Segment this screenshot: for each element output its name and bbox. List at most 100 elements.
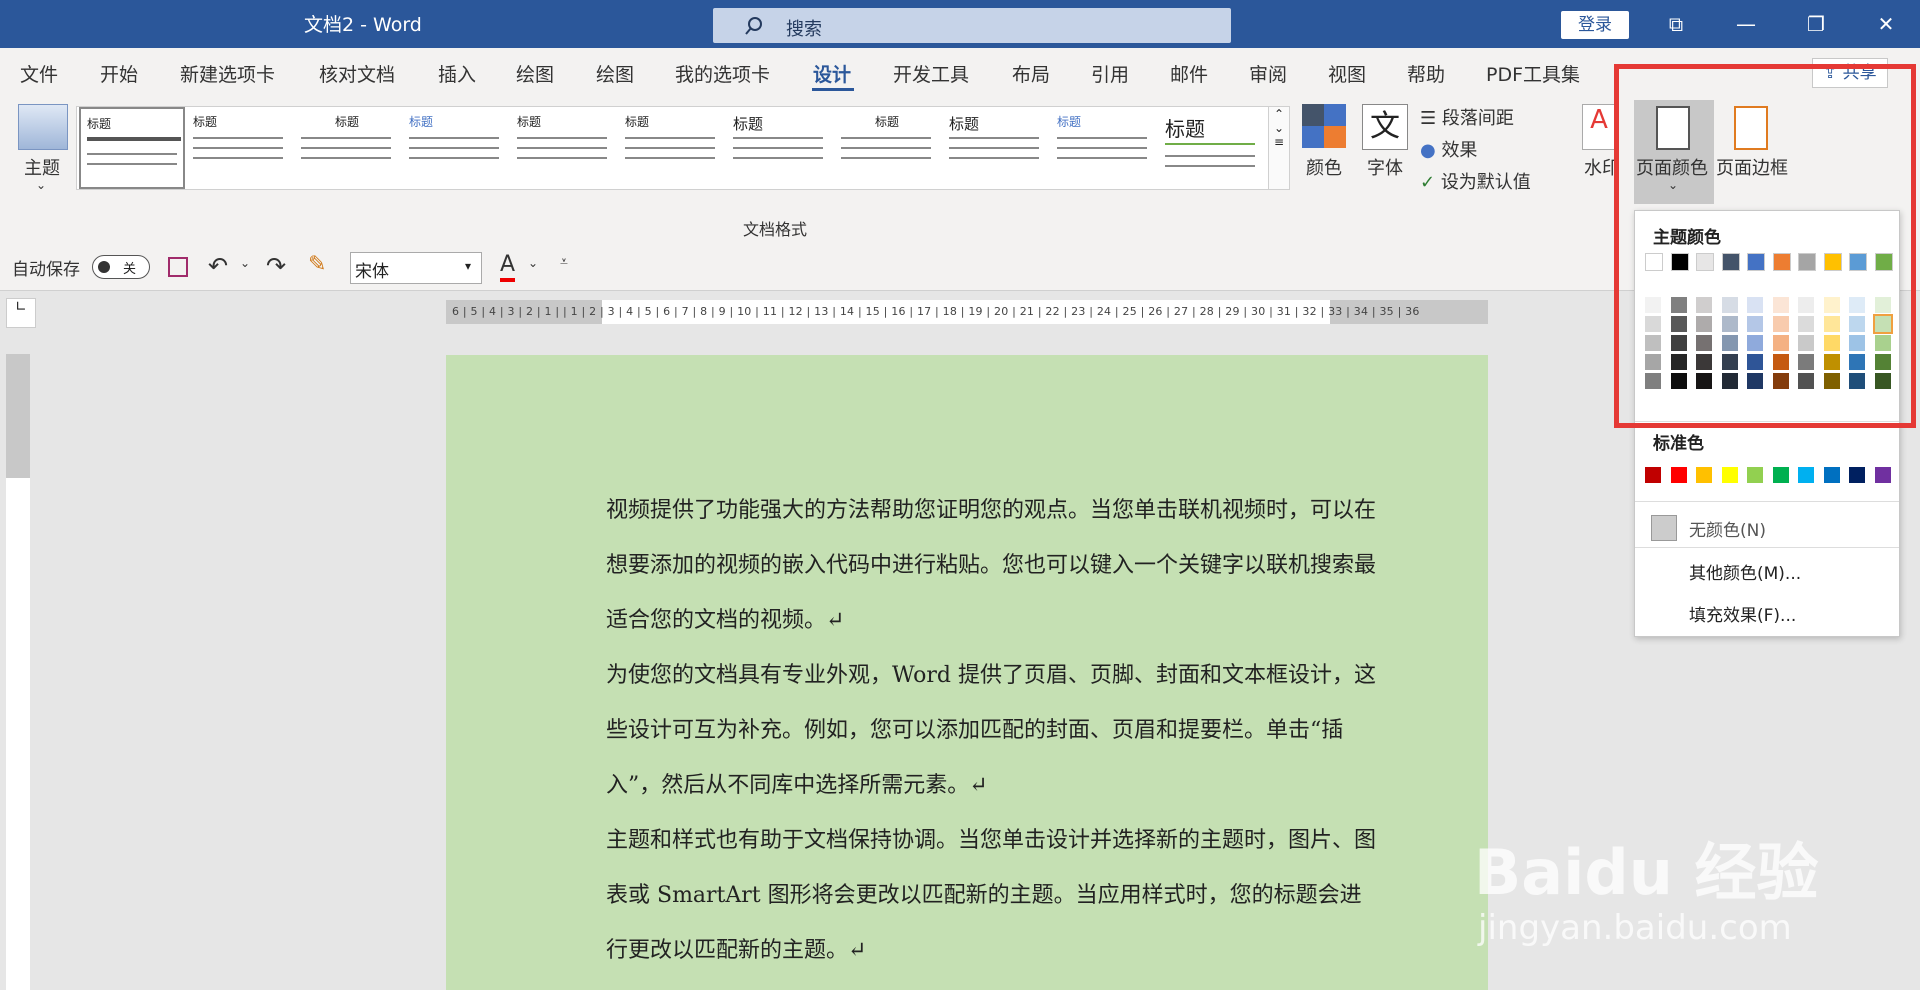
standard-color-swatch[interactable] <box>1823 467 1840 483</box>
colors-icon[interactable] <box>1302 104 1346 148</box>
set-default-button[interactable]: ✓ 设为默认值 <box>1420 168 1531 194</box>
vertical-ruler-margin <box>6 354 30 478</box>
theme-button-label[interactable]: 主题 <box>24 154 60 180</box>
tab-view[interactable]: 视图 <box>1328 60 1366 87</box>
effects-icon: ● <box>1420 140 1442 161</box>
tab-new[interactable]: 新建选项卡 <box>180 60 275 87</box>
tab-file[interactable]: 文件 <box>20 60 58 87</box>
restore-icon[interactable]: ❐ <box>1788 0 1844 48</box>
search-input[interactable]: 搜索 <box>713 8 1231 43</box>
style-set-gallery[interactable]: 标题 标题 标题 标题 标题 标题 标题 标题 标题 标题 标题 <box>76 106 1274 190</box>
autosave-label: 自动保存 <box>12 260 80 280</box>
more-colors-item[interactable]: 其他颜色(M)... <box>1689 559 1801 584</box>
font-color-dropdown-icon[interactable]: ⌄ <box>528 256 538 270</box>
tab-help[interactable]: 帮助 <box>1407 60 1445 87</box>
save-icon[interactable] <box>168 257 188 277</box>
tab-review[interactable]: 审阅 <box>1249 60 1287 87</box>
chevron-up-icon[interactable]: ⌃ <box>1269 107 1289 121</box>
tab-pdf[interactable]: PDF工具集 <box>1486 60 1580 87</box>
standard-color-swatch[interactable] <box>1721 467 1738 483</box>
tab-mailings[interactable]: 邮件 <box>1170 60 1208 87</box>
tab-layout[interactable]: 布局 <box>1012 60 1050 87</box>
paragraph-spacing-icon: ☰ <box>1420 108 1442 129</box>
theme-chevron-down-icon[interactable]: ⌄ <box>36 178 46 192</box>
search-icon <box>745 17 762 35</box>
chevron-down-icon[interactable]: ⌄ <box>1269 121 1289 135</box>
style-thumb[interactable]: 标题 <box>619 107 725 189</box>
standard-color-swatch[interactable] <box>1874 467 1891 483</box>
theme-icon[interactable] <box>18 104 68 150</box>
standard-color-swatch[interactable] <box>1645 467 1661 483</box>
redo-icon[interactable]: ↷ <box>266 252 286 280</box>
paragraph-spacing-label: 段落间距 <box>1441 108 1514 129</box>
tab-references[interactable]: 引用 <box>1091 60 1129 87</box>
tab-draw[interactable]: 绘图 <box>516 60 554 87</box>
gallery-scroll[interactable]: ⌃ ⌄ ≡ <box>1268 106 1290 190</box>
login-button[interactable]: 登录 <box>1561 11 1629 39</box>
font-name-select[interactable]: 宋体 ▾ <box>350 252 482 284</box>
fonts-icon[interactable]: 文 <box>1362 104 1408 150</box>
more-icon[interactable]: ≡ <box>1269 135 1289 149</box>
title-bar: 文档2 - Word 搜索 登录 ⧉ — ❐ ✕ <box>0 0 1920 48</box>
tab-design[interactable]: 设计 <box>813 60 851 87</box>
style-thumb[interactable]: 标题 <box>1159 107 1265 189</box>
style-thumb[interactable]: 标题 <box>79 107 185 189</box>
ruler-ticks: 6 | 5 | 4 | 3 | 2 | 1 | | 1 | 2 | 3 | 4 … <box>452 305 1420 318</box>
active-tab-indicator <box>812 88 854 91</box>
paragraph[interactable]: 视频提供了功能强大的方法帮助您证明您的观点。当您单击联机视频时，可以在想要添加的… <box>606 483 1376 648</box>
tab-insert[interactable]: 插入 <box>438 60 476 87</box>
style-thumb[interactable]: 标题 <box>727 107 833 189</box>
group-label-document-formatting: 文档格式 <box>743 220 808 239</box>
standard-color-swatch[interactable] <box>1696 467 1712 483</box>
checkmark-icon: ✓ <box>1420 172 1441 193</box>
format-painter-icon[interactable]: ✎ <box>308 252 326 277</box>
undo-dropdown-icon[interactable]: ⌄ <box>240 256 250 270</box>
search-placeholder: 搜索 <box>786 19 822 40</box>
autosave-toggle[interactable]: 关 <box>92 255 150 279</box>
style-thumb[interactable]: 标题 <box>295 107 401 189</box>
font-dropdown-icon: ▾ <box>465 259 472 273</box>
window-title: 文档2 - Word <box>304 14 422 36</box>
style-thumb[interactable]: 标题 <box>943 107 1049 189</box>
style-thumb[interactable]: 标题 <box>835 107 941 189</box>
style-thumb[interactable]: 标题 <box>187 107 293 189</box>
standard-color-swatch[interactable] <box>1747 467 1763 483</box>
paragraph[interactable]: 主题和样式也有助于文档保持协调。当您单击设计并选择新的主题时，图片、图表或 Sm… <box>606 813 1376 978</box>
document-page[interactable]: 视频提供了功能强大的方法帮助您证明您的观点。当您单击联机视频时，可以在想要添加的… <box>446 355 1488 990</box>
watermark-icon[interactable]: A <box>1582 104 1616 150</box>
font-color-icon[interactable]: A <box>500 252 516 282</box>
fonts-button-label[interactable]: 字体 <box>1367 154 1403 180</box>
colors-button-label[interactable]: 颜色 <box>1306 154 1342 180</box>
tab-developer[interactable]: 开发工具 <box>893 60 969 87</box>
autosave-state: 关 <box>123 262 137 277</box>
divider <box>1635 547 1899 548</box>
baidu-watermark: Baidu 经验 <box>1474 836 1819 909</box>
highlight-annotation <box>1614 64 1916 428</box>
standard-color-swatch[interactable] <box>1670 467 1687 483</box>
font-name-value: 宋体 <box>355 262 389 282</box>
paragraph[interactable]: 为使您的文档具有专业外观，Word 提供了页眉、页脚、封面和文本框设计，这些设计… <box>606 648 1376 813</box>
standard-color-swatch[interactable] <box>1798 467 1814 483</box>
close-icon[interactable]: ✕ <box>1858 0 1914 48</box>
effects-label: 效果 <box>1441 140 1478 161</box>
style-thumb[interactable]: 标题 <box>511 107 617 189</box>
style-thumb[interactable]: 标题 <box>1051 107 1157 189</box>
tab-review-doc[interactable]: 核对文档 <box>319 60 395 87</box>
undo-icon[interactable]: ↶ <box>208 252 228 280</box>
effects-button[interactable]: ● 效果 <box>1420 136 1477 162</box>
standard-color-swatch[interactable] <box>1772 467 1789 483</box>
tab-my-tab[interactable]: 我的选项卡 <box>675 60 770 87</box>
paragraph-spacing-button[interactable]: ☰ 段落间距 <box>1420 104 1514 130</box>
style-thumb[interactable]: 标题 <box>403 107 509 189</box>
customize-toolbar-icon[interactable]: ⩡ <box>560 254 568 270</box>
fill-effects-item[interactable]: 填充效果(F)... <box>1689 601 1796 626</box>
ribbon-display-options-icon[interactable]: ⧉ <box>1648 0 1704 48</box>
tab-draw-2[interactable]: 绘图 <box>596 60 634 87</box>
tab-home[interactable]: 开始 <box>100 60 138 87</box>
minimize-icon[interactable]: — <box>1718 0 1774 48</box>
baidu-watermark-url: jingyan.baidu.com <box>1478 908 1792 948</box>
no-color-item[interactable]: 无颜色(N) <box>1635 507 1899 545</box>
tab-selector-icon[interactable]: ∟ <box>6 298 36 328</box>
standard-color-swatch[interactable] <box>1849 467 1865 483</box>
no-color-swatch <box>1651 515 1677 541</box>
